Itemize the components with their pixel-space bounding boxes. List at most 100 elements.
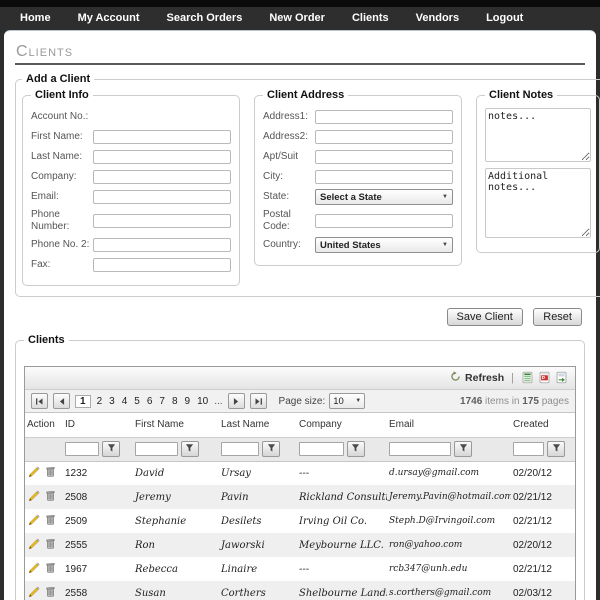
id-filter-input[interactable] bbox=[65, 442, 99, 456]
page-number-3[interactable]: 3 bbox=[108, 396, 116, 407]
page-size-control: Page size: 10 ▼ bbox=[279, 393, 366, 409]
page-number-5[interactable]: 5 bbox=[133, 396, 141, 407]
last-name-filter-input[interactable] bbox=[221, 442, 259, 456]
column-header-first-name[interactable]: First Name bbox=[133, 413, 219, 437]
pager-ellipsis[interactable]: ... bbox=[214, 396, 222, 407]
company-filter-input[interactable] bbox=[299, 442, 344, 456]
export-excel-button[interactable] bbox=[521, 369, 534, 387]
email-filter-input[interactable] bbox=[389, 442, 451, 456]
action-cell bbox=[25, 509, 63, 533]
city-input[interactable] bbox=[315, 170, 453, 184]
column-header-last-name[interactable]: Last Name bbox=[219, 413, 297, 437]
edit-pencil-icon[interactable] bbox=[27, 561, 40, 574]
nav-item-my-account[interactable]: My Account bbox=[78, 12, 140, 24]
nav-item-clients[interactable]: Clients bbox=[352, 12, 389, 24]
company-filter-button[interactable] bbox=[347, 441, 365, 457]
first-page-button[interactable] bbox=[31, 393, 48, 409]
column-header-id[interactable]: ID bbox=[63, 413, 133, 437]
add-client-legend: Add a Client bbox=[22, 73, 94, 85]
apt-suit-input[interactable] bbox=[315, 150, 453, 164]
page-number-1[interactable]: 1 bbox=[75, 395, 91, 408]
column-header-created[interactable]: Created bbox=[511, 413, 575, 437]
table-row: 2508JeremyPavinRickland ConsultingJeremy… bbox=[25, 485, 575, 509]
nav: Home My Account Search Orders New Order Clie… bbox=[20, 12, 523, 24]
last-name-filter-button[interactable] bbox=[262, 441, 280, 457]
delete-trash-icon[interactable] bbox=[44, 513, 57, 526]
nav-item-home[interactable]: Home bbox=[20, 12, 51, 24]
funnel-icon bbox=[351, 443, 360, 456]
delete-trash-icon[interactable] bbox=[44, 585, 57, 598]
page-number-8[interactable]: 8 bbox=[171, 396, 179, 407]
company-cell: Shelbourne Landscaping bbox=[297, 581, 387, 600]
account-no-label: Account No.: bbox=[31, 111, 93, 123]
additional-notes-textarea[interactable]: Additional notes... bbox=[485, 168, 591, 238]
action-cell bbox=[25, 581, 63, 600]
notes-textarea[interactable]: notes... bbox=[485, 108, 591, 162]
page-size-select[interactable]: 10 ▼ bbox=[329, 393, 365, 409]
page-number-6[interactable]: 6 bbox=[146, 396, 154, 407]
company-cell: --- bbox=[297, 557, 387, 581]
page-number-9[interactable]: 9 bbox=[184, 396, 192, 407]
table-row: 2555RonJaworskiMeybourne LLC.ron@yahoo.c… bbox=[25, 533, 575, 557]
fax-input[interactable] bbox=[93, 258, 231, 272]
first-name-filter-input[interactable] bbox=[135, 442, 178, 456]
fax-label: Fax: bbox=[31, 259, 93, 271]
page-number-10[interactable]: 10 bbox=[196, 396, 209, 407]
column-header-company[interactable]: Company bbox=[297, 413, 387, 437]
address1-input[interactable] bbox=[315, 110, 453, 124]
last-name-cell: Jaworski bbox=[219, 533, 297, 557]
delete-trash-icon[interactable] bbox=[44, 465, 57, 478]
id-filter-button[interactable] bbox=[102, 441, 120, 457]
clients-table: ActionIDFirst NameLast NameCompanyEmailC… bbox=[25, 413, 575, 600]
email-filter-button[interactable] bbox=[454, 441, 472, 457]
state-select[interactable]: Select a State▼ bbox=[315, 189, 453, 205]
edit-pencil-icon[interactable] bbox=[27, 513, 40, 526]
edit-pencil-icon[interactable] bbox=[27, 537, 40, 550]
company-input[interactable] bbox=[93, 170, 231, 184]
created-filter-input[interactable] bbox=[513, 442, 544, 456]
first-name-input[interactable] bbox=[93, 130, 231, 144]
reset-button[interactable]: Reset bbox=[533, 308, 582, 326]
delete-trash-icon[interactable] bbox=[44, 537, 57, 550]
created-filter-button[interactable] bbox=[547, 441, 565, 457]
delete-trash-icon[interactable] bbox=[44, 561, 57, 574]
clients-grid-legend: Clients bbox=[24, 334, 69, 346]
nav-item-logout[interactable]: Logout bbox=[486, 12, 523, 24]
column-header-email[interactable]: Email bbox=[387, 413, 511, 437]
edit-pencil-icon[interactable] bbox=[27, 489, 40, 502]
export-pdf-button[interactable] bbox=[538, 369, 551, 387]
delete-trash-icon[interactable] bbox=[44, 489, 57, 502]
phone-number-input[interactable] bbox=[93, 214, 231, 228]
last-page-button[interactable] bbox=[250, 393, 267, 409]
last-name-input[interactable] bbox=[93, 150, 231, 164]
nav-item-search-orders[interactable]: Search Orders bbox=[167, 12, 243, 24]
address2-input[interactable] bbox=[315, 130, 453, 144]
country-select[interactable]: United States▼ bbox=[315, 237, 453, 253]
client-info-fields: Account No.:First Name:Last Name:Company… bbox=[31, 109, 231, 273]
page-number-7[interactable]: 7 bbox=[158, 396, 166, 407]
column-header-action[interactable]: Action bbox=[25, 413, 63, 437]
edit-pencil-icon[interactable] bbox=[27, 465, 40, 478]
nav-item-vendors[interactable]: Vendors bbox=[416, 12, 459, 24]
table-row: 1232DavidUrsay---d.ursay@gmail.com02/20/… bbox=[25, 461, 575, 485]
nav-item-new-order[interactable]: New Order bbox=[269, 12, 325, 24]
next-page-button[interactable] bbox=[228, 393, 245, 409]
field-row-country: Country:United States▼ bbox=[263, 237, 453, 253]
edit-pencil-icon[interactable] bbox=[27, 585, 40, 598]
first-name-filter-button[interactable] bbox=[181, 441, 199, 457]
refresh-button[interactable]: Refresh bbox=[450, 371, 504, 385]
export-csv-button[interactable] bbox=[555, 369, 568, 387]
phone-no-2-input[interactable] bbox=[93, 238, 231, 252]
postal-code-input[interactable] bbox=[315, 214, 453, 228]
funnel-icon bbox=[267, 443, 276, 456]
last-name-cell: Corthers bbox=[219, 581, 297, 600]
page-number-2[interactable]: 2 bbox=[96, 396, 104, 407]
prev-page-button[interactable] bbox=[53, 393, 70, 409]
pdf-file-icon bbox=[538, 369, 551, 387]
page-title: Clients bbox=[16, 43, 584, 61]
email-input[interactable] bbox=[93, 190, 231, 204]
state-select-value: Select a State bbox=[320, 192, 382, 203]
created-cell: 02/21/12 bbox=[511, 509, 575, 533]
page-number-4[interactable]: 4 bbox=[121, 396, 129, 407]
save-client-button[interactable]: Save Client bbox=[447, 308, 523, 326]
